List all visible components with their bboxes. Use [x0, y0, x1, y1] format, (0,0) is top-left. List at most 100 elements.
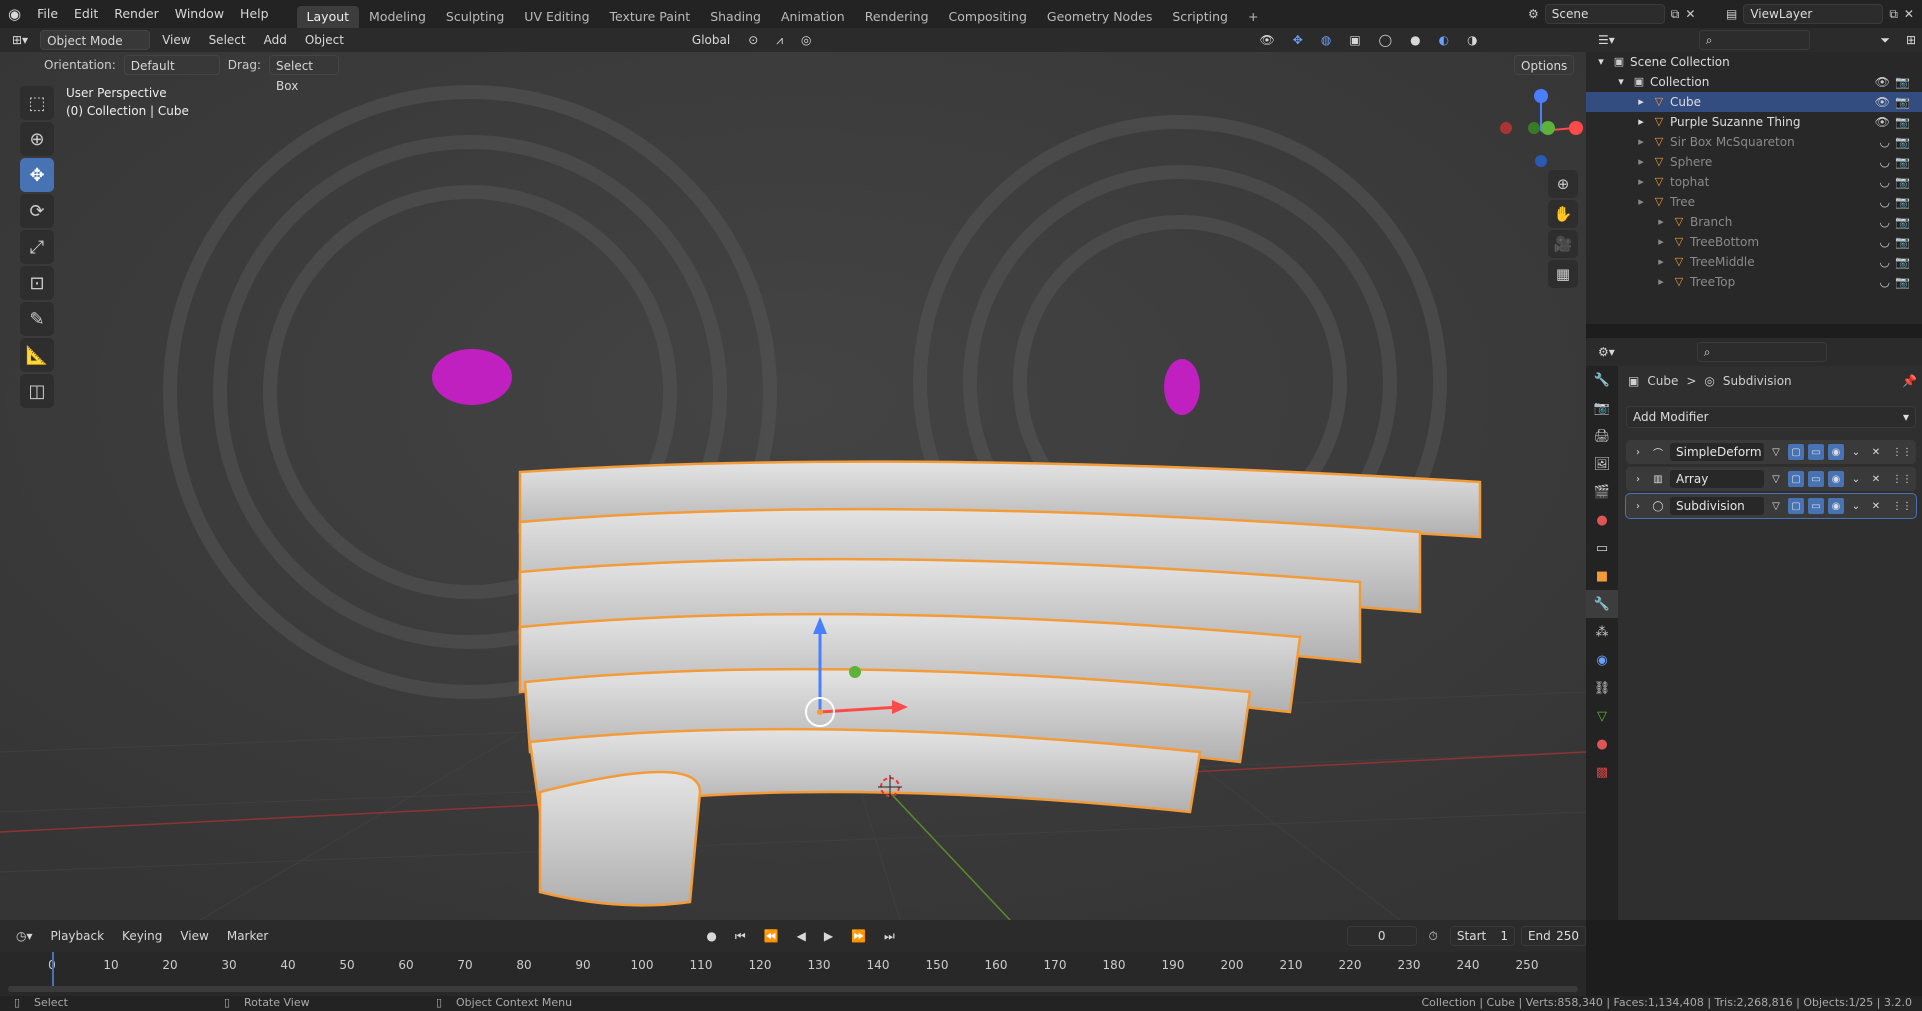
outliner-row[interactable]: ▸ ▽ Branch ◡ 📷 [1586, 212, 1922, 232]
render-camera-icon[interactable]: 📷 [1895, 232, 1910, 252]
expand-arrow-icon[interactable]: ▸ [1654, 275, 1668, 289]
outliner-row[interactable]: ▸ ▽ TreeTop ◡ 📷 [1586, 272, 1922, 292]
expand-arrow-icon[interactable]: › [1630, 444, 1646, 460]
tab-modeling[interactable]: Modeling [359, 6, 436, 28]
transform-orientation[interactable]: Global [686, 30, 736, 50]
outliner-search-input[interactable]: ⌕ [1698, 30, 1811, 50]
render-icon[interactable]: ◉ [1828, 471, 1844, 487]
cursor-icon[interactable]: ⊕ [20, 122, 54, 156]
drag-handle-icon[interactable]: ⋮⋮ [1892, 471, 1912, 487]
remove-modifier-icon[interactable]: ✕ [1868, 498, 1884, 514]
pivot-icon[interactable]: ⊙ [742, 30, 764, 50]
new-collection-icon[interactable]: ⊞ [1900, 30, 1922, 50]
stopwatch-icon[interactable]: ⏱ [1423, 926, 1444, 946]
modifier-row[interactable]: › ◯ Subdivision ▽ ▢ ▭ ◉ ⌄ ✕ ⋮⋮ [1625, 493, 1917, 519]
modifier-name-field[interactable]: SimpleDeform [1670, 443, 1764, 461]
snap-icon[interactable]: ⩘ [770, 30, 789, 50]
shading-rendered-icon[interactable]: ◑ [1461, 30, 1483, 50]
expand-arrow-icon[interactable]: ▸ [1634, 155, 1648, 169]
xray-icon[interactable]: ▣ [1343, 30, 1366, 50]
scene-tab-icon[interactable]: 🎬 [1586, 478, 1618, 506]
expand-arrow-icon[interactable]: ▾ [1594, 55, 1608, 69]
menu-file[interactable]: File [29, 0, 66, 28]
move-icon[interactable]: ✥ [20, 158, 54, 192]
tab-texture-paint[interactable]: Texture Paint [600, 6, 701, 28]
ortho-grid-icon[interactable]: ▦ [1548, 260, 1578, 288]
drag-handle-icon[interactable]: ⋮⋮ [1892, 444, 1912, 460]
modifier-name-field[interactable]: Subdivision [1670, 497, 1764, 515]
timeline-scrollbar[interactable] [8, 986, 1578, 992]
expand-arrow-icon[interactable]: ▸ [1654, 235, 1668, 249]
on-cage-icon[interactable]: ▽ [1768, 498, 1784, 514]
add-cube-icon[interactable]: ◫ [20, 374, 54, 408]
render-camera-icon[interactable]: 📷 [1895, 72, 1910, 92]
outliner-row[interactable]: ▸ ▽ tophat ◡ 📷 [1586, 172, 1922, 192]
expand-arrow-icon[interactable]: ▸ [1634, 135, 1648, 149]
edit-mode-icon[interactable]: ▢ [1788, 444, 1804, 460]
render-camera-icon[interactable]: 📷 [1895, 212, 1910, 232]
properties-search-input[interactable]: ⌕ [1696, 342, 1827, 362]
editor-type-icon[interactable]: ⊞▾ [6, 30, 34, 50]
expand-arrow-icon[interactable]: ▸ [1634, 195, 1648, 209]
remove-modifier-icon[interactable]: ✕ [1868, 471, 1884, 487]
view-layer-icon[interactable]: ▤ [1726, 7, 1737, 21]
navigation-gizmo[interactable] [1496, 86, 1586, 176]
next-keyframe-icon[interactable]: ⏩ [845, 926, 872, 946]
mode-selector[interactable]: Object Mode [40, 30, 151, 50]
overlays-icon[interactable]: ◍ [1315, 30, 1337, 50]
visibility-icon[interactable]: 👁 [1254, 30, 1281, 50]
dropdown-icon[interactable]: ⌄ [1848, 498, 1864, 514]
menu-playback[interactable]: Playback [45, 926, 111, 946]
shading-solid-icon[interactable]: ● [1404, 30, 1426, 50]
material-tab-icon[interactable]: ● [1586, 730, 1618, 758]
view-layer-field[interactable]: ViewLayer [1743, 4, 1884, 24]
render-camera-icon[interactable]: 📷 [1895, 132, 1910, 152]
edit-mode-icon[interactable]: ▢ [1788, 498, 1804, 514]
outliner-row[interactable]: ▾ ▣ Collection 👁 📷 [1586, 72, 1922, 92]
add-workspace-button[interactable]: + [1238, 6, 1268, 28]
dropdown-icon[interactable]: ⌄ [1848, 444, 1864, 460]
tab-compositing[interactable]: Compositing [939, 6, 1037, 28]
tab-layout[interactable]: Layout [296, 6, 360, 28]
viewport-menu-object[interactable]: Object [299, 30, 350, 50]
measure-icon[interactable]: 📐 [20, 338, 54, 372]
scene-field[interactable]: Scene [1544, 4, 1665, 24]
outliner-row[interactable]: ▸ ▽ Purple Suzanne Thing 👁 📷 [1586, 112, 1922, 132]
prev-keyframe-icon[interactable]: ⏪ [758, 926, 785, 946]
add-modifier-button[interactable]: Add Modifier ▾ [1626, 406, 1916, 428]
transform-icon[interactable]: ⊡ [20, 266, 54, 300]
outliner-row[interactable]: ▸ ▽ Cube 👁 📷 [1586, 92, 1922, 112]
render-camera-icon[interactable]: 📷 [1895, 152, 1910, 172]
world-tab-icon[interactable]: ● [1586, 506, 1618, 534]
annotate-icon[interactable]: ✎ [20, 302, 54, 336]
gizmo-icon[interactable]: ✥ [1287, 30, 1309, 50]
viewport-menu-view[interactable]: View [156, 30, 196, 50]
timeline[interactable]: 0102030405060708090100110120130140150160… [0, 952, 1586, 996]
rotate-icon[interactable]: ⟳ [20, 194, 54, 228]
3d-viewport[interactable]: User Perspective (0) Collection | Cube [0, 52, 1586, 920]
options-button[interactable]: Options [1514, 55, 1575, 75]
edit-mode-icon[interactable]: ▢ [1788, 471, 1804, 487]
jump-end-icon[interactable]: ⏭ [878, 926, 901, 946]
blender-logo-icon[interactable]: ◉ [0, 0, 29, 28]
menu-edit[interactable]: Edit [66, 0, 106, 28]
drag-select[interactable]: Select Box [268, 55, 339, 93]
remove-scene-icon[interactable]: ✕ [1685, 7, 1695, 21]
pin-icon[interactable]: 📌 [1902, 374, 1917, 388]
outliner-editor-icon[interactable]: ☰▾ [1592, 30, 1621, 50]
drag-handle-icon[interactable]: ⋮⋮ [1892, 498, 1912, 514]
visibility-eye-icon[interactable]: 👁 [1875, 72, 1890, 92]
pan-hand-icon[interactable]: ✋ [1548, 200, 1578, 228]
visibility-eye-icon[interactable]: 👁 [1875, 92, 1890, 112]
tab-sculpting[interactable]: Sculpting [436, 6, 514, 28]
tab-shading[interactable]: Shading [700, 6, 771, 28]
realtime-icon[interactable]: ▭ [1808, 498, 1824, 514]
data-tab-icon[interactable]: ▽ [1586, 702, 1618, 730]
shading-material-icon[interactable]: ◐ [1433, 30, 1455, 50]
current-frame-field[interactable]: 0 [1346, 926, 1417, 946]
visibility-eye-icon[interactable]: ◡ [1880, 172, 1890, 192]
select-box-icon[interactable]: ⬚ [20, 86, 54, 120]
modifier-row[interactable]: › ▥ Array ▽ ▢ ▭ ◉ ⌄ ✕ ⋮⋮ [1626, 467, 1916, 491]
camera-icon[interactable]: 🎥 [1548, 230, 1578, 258]
visibility-eye-icon[interactable]: ◡ [1880, 192, 1890, 212]
